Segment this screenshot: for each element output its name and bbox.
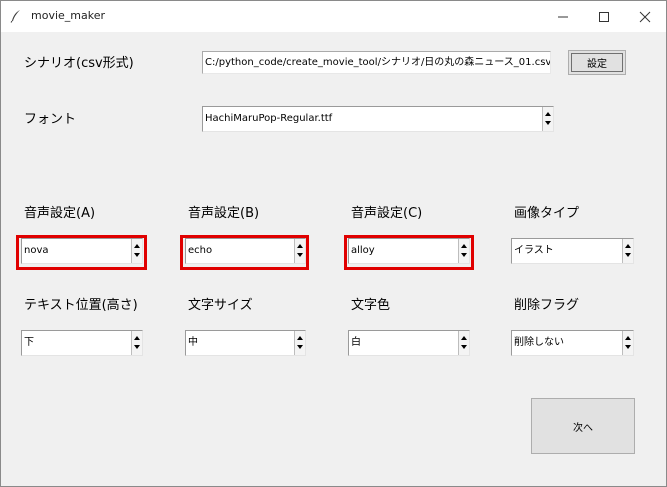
spin-down-icon[interactable] bbox=[134, 253, 140, 257]
font-label: フォント bbox=[24, 112, 77, 127]
delete-flag-value: 削除しない bbox=[514, 337, 564, 348]
spin-up-icon[interactable] bbox=[461, 336, 467, 340]
spin-up-icon[interactable] bbox=[134, 336, 140, 340]
font-spinbox[interactable]: HachiMaruPop-Regular.ttf bbox=[202, 106, 554, 132]
text-position-label: テキスト位置(高さ) bbox=[24, 298, 138, 313]
spin-down-icon[interactable] bbox=[297, 345, 303, 349]
voice-a-label: 音声設定(A) bbox=[24, 206, 96, 221]
voice-c-label: 音声設定(C) bbox=[351, 206, 423, 221]
maximize-button[interactable] bbox=[582, 1, 626, 32]
app-window: movie_maker シナリオ(csv形式) C:/python_code/c… bbox=[0, 0, 667, 487]
close-button[interactable] bbox=[623, 1, 667, 32]
spin-up-icon[interactable] bbox=[134, 244, 140, 248]
spin-up-icon[interactable] bbox=[545, 112, 551, 116]
text-color-value: 白 bbox=[351, 337, 361, 348]
text-position-value: 下 bbox=[24, 337, 34, 348]
voice-b-spin-arrows[interactable] bbox=[294, 239, 305, 263]
spin-down-icon[interactable] bbox=[297, 253, 303, 257]
text-size-label: 文字サイズ bbox=[188, 298, 253, 313]
voice-b-label: 音声設定(B) bbox=[188, 206, 260, 221]
image-type-label: 画像タイプ bbox=[514, 206, 580, 221]
scenario-label: シナリオ(csv形式) bbox=[24, 56, 134, 71]
voice-a-spin-arrows[interactable] bbox=[131, 239, 142, 263]
text-color-spin-arrows[interactable] bbox=[458, 331, 469, 355]
font-spin-arrows[interactable] bbox=[542, 107, 553, 131]
button-focus-border bbox=[571, 53, 623, 72]
spin-down-icon[interactable] bbox=[625, 345, 631, 349]
voice-c-spin-arrows[interactable] bbox=[458, 239, 469, 263]
scenario-set-button[interactable]: 設定 bbox=[568, 50, 626, 75]
spin-down-icon[interactable] bbox=[134, 345, 140, 349]
image-type-spinbox[interactable]: イラスト bbox=[511, 238, 634, 264]
voice-c-spinbox[interactable]: alloy bbox=[348, 238, 470, 264]
text-position-spinbox[interactable]: 下 bbox=[21, 330, 143, 356]
window-title: movie_maker bbox=[31, 9, 106, 22]
maximize-icon bbox=[599, 11, 609, 22]
delete-flag-spin-arrows[interactable] bbox=[622, 331, 633, 355]
minimize-icon bbox=[558, 16, 568, 17]
font-value: HachiMaruPop-Regular.ttf bbox=[205, 113, 333, 124]
spin-up-icon[interactable] bbox=[625, 244, 631, 248]
delete-flag-label: 削除フラグ bbox=[514, 298, 580, 313]
text-size-value: 中 bbox=[188, 337, 198, 348]
spin-up-icon[interactable] bbox=[297, 336, 303, 340]
spin-down-icon[interactable] bbox=[461, 253, 467, 257]
text-color-spinbox[interactable]: 白 bbox=[348, 330, 470, 356]
voice-b-spinbox[interactable]: echo bbox=[185, 238, 306, 264]
next-button[interactable]: 次へ bbox=[531, 398, 635, 454]
minimize-button[interactable] bbox=[541, 1, 585, 32]
text-size-spinbox[interactable]: 中 bbox=[185, 330, 306, 356]
spin-up-icon[interactable] bbox=[297, 244, 303, 248]
spin-up-icon[interactable] bbox=[625, 336, 631, 340]
voice-c-value: alloy bbox=[351, 245, 375, 256]
scenario-path-input[interactable]: C:/python_code/create_movie_tool/シナリオ/日の… bbox=[202, 51, 551, 74]
voice-a-value: nova bbox=[24, 245, 49, 256]
text-size-spin-arrows[interactable] bbox=[294, 331, 305, 355]
text-position-spin-arrows[interactable] bbox=[131, 331, 142, 355]
close-icon bbox=[639, 11, 651, 22]
feather-icon bbox=[10, 10, 20, 23]
spin-down-icon[interactable] bbox=[625, 253, 631, 257]
image-type-spin-arrows[interactable] bbox=[622, 239, 633, 263]
spin-down-icon[interactable] bbox=[545, 121, 551, 125]
voice-a-spinbox[interactable]: nova bbox=[21, 238, 143, 264]
image-type-value: イラスト bbox=[514, 245, 554, 256]
title-bar[interactable]: movie_maker bbox=[1, 1, 666, 32]
spin-up-icon[interactable] bbox=[461, 244, 467, 248]
voice-b-value: echo bbox=[188, 245, 213, 256]
spin-down-icon[interactable] bbox=[461, 345, 467, 349]
delete-flag-spinbox[interactable]: 削除しない bbox=[511, 330, 634, 356]
text-color-label: 文字色 bbox=[351, 298, 391, 313]
next-button-label: 次へ bbox=[573, 422, 593, 434]
